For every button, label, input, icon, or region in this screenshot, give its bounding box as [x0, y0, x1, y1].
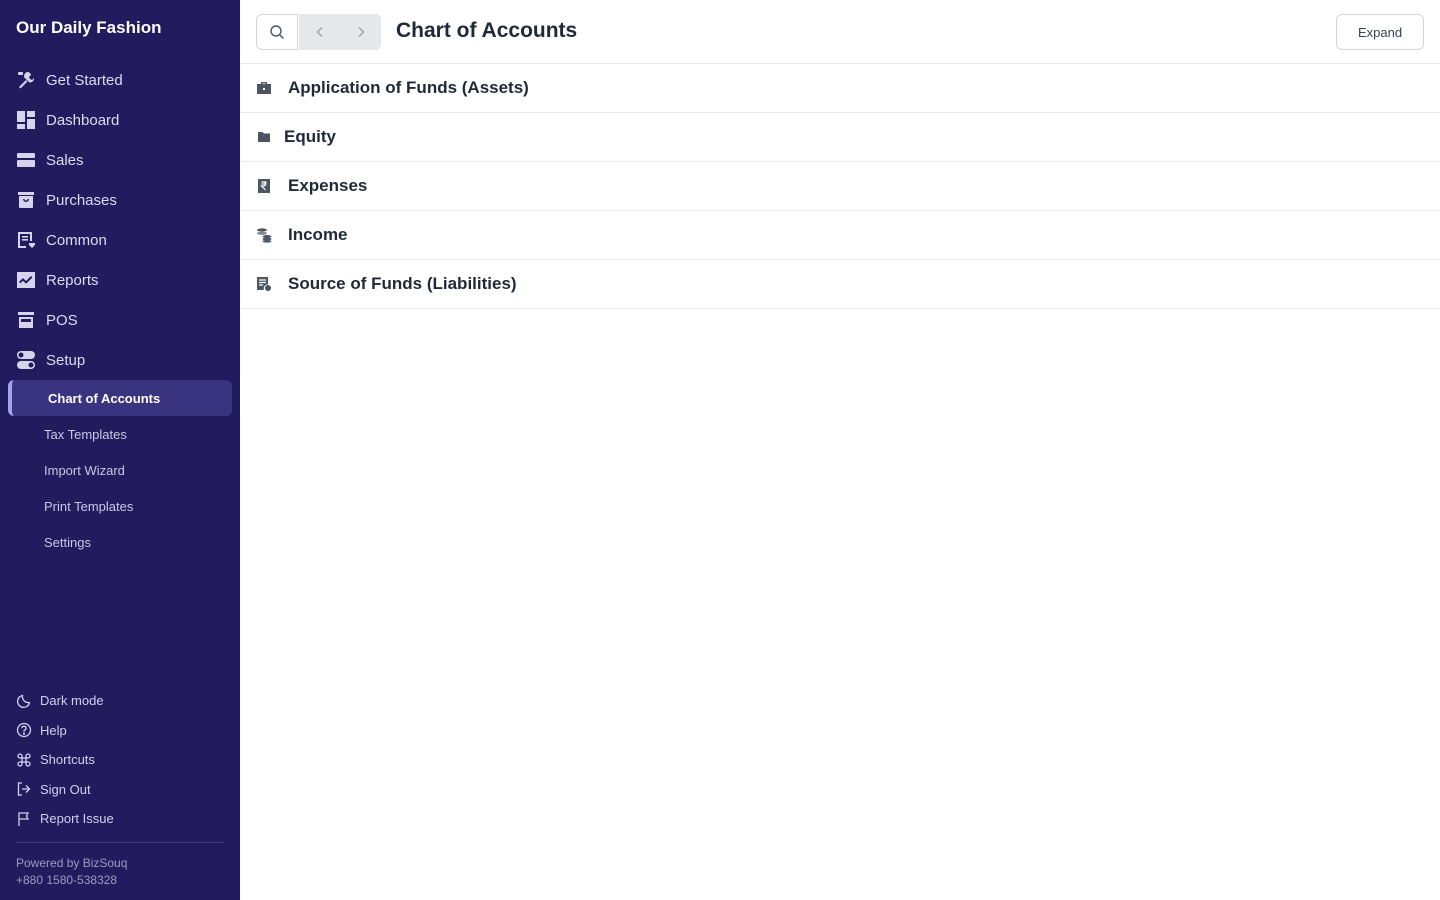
sidebar-item-get-started[interactable]: Get Started — [0, 60, 240, 100]
sidebar-divider — [16, 842, 224, 843]
sign-out-button[interactable]: Sign Out — [0, 775, 240, 805]
main-content: Chart of Accounts Expand Application of … — [240, 0, 1440, 900]
reports-icon — [16, 270, 36, 290]
dashboard-icon — [16, 110, 36, 130]
sales-icon — [16, 150, 36, 170]
report-issue-label: Report Issue — [40, 811, 114, 827]
search-icon — [270, 25, 284, 39]
brand-name: Our Daily Fashion — [16, 18, 162, 37]
sign-out-label: Sign Out — [40, 781, 91, 797]
sidebar-item-purchases[interactable]: Purchases — [0, 180, 240, 220]
sidebar-item-setup[interactable]: Setup — [0, 340, 240, 380]
sidebar-subitem-import-wizard[interactable]: Import Wizard — [0, 452, 240, 488]
chevron-right-icon — [358, 27, 364, 37]
accounts-tree: Application of Funds (Assets) Equity Exp… — [240, 64, 1440, 309]
briefcase-icon — [256, 80, 272, 96]
sidebar-nav: Get Started Dashboard Sales Purchases Co… — [0, 60, 240, 560]
account-row-income[interactable]: Income — [240, 211, 1440, 260]
search-button[interactable] — [256, 14, 298, 50]
moon-icon — [16, 693, 32, 709]
coins-icon — [256, 227, 272, 243]
sidebar-item-reports[interactable]: Reports — [0, 260, 240, 300]
sidebar-item-label: Get Started — [46, 71, 123, 89]
account-row-liabilities[interactable]: Source of Funds (Liabilities) — [240, 260, 1440, 309]
common-icon — [16, 230, 36, 250]
sidebar-subitem-settings[interactable]: Settings — [0, 524, 240, 560]
sidebar-item-label: Dashboard — [46, 111, 120, 129]
account-label: Source of Funds (Liabilities) — [288, 274, 517, 293]
page-header: Chart of Accounts Expand — [240, 0, 1440, 64]
sidebar-item-label: Purchases — [46, 191, 117, 209]
account-label: Equity — [284, 127, 336, 146]
sign-out-icon — [16, 781, 32, 797]
page-title: Chart of Accounts — [396, 19, 578, 42]
sidebar-subitem-chart-of-accounts[interactable]: Chart of Accounts — [8, 380, 232, 416]
back-button[interactable] — [299, 14, 340, 50]
dark-mode-button[interactable]: Dark mode — [0, 686, 240, 716]
sidebar-item-common[interactable]: Common — [0, 220, 240, 260]
sidebar-item-dashboard[interactable]: Dashboard — [0, 100, 240, 140]
sidebar-item-sales[interactable]: Sales — [0, 140, 240, 180]
sidebar-subitem-tax-templates[interactable]: Tax Templates — [0, 416, 240, 452]
setup-icon — [16, 350, 36, 370]
account-label: Income — [288, 225, 348, 244]
chevron-left-icon — [316, 27, 322, 37]
expand-button[interactable]: Expand — [1336, 14, 1424, 50]
forward-button[interactable] — [340, 14, 381, 50]
sidebar-item-label: POS — [46, 311, 78, 329]
rupee-receipt-icon — [256, 178, 272, 194]
sidebar-item-label: Sales — [46, 151, 84, 169]
invoice-icon — [256, 276, 272, 292]
account-label: Application of Funds (Assets) — [288, 78, 529, 97]
report-issue-button[interactable]: Report Issue — [0, 804, 240, 834]
account-row-equity[interactable]: Equity — [240, 113, 1440, 162]
help-icon — [16, 722, 32, 738]
dark-mode-label: Dark mode — [40, 693, 104, 709]
tools-icon — [16, 70, 36, 90]
pos-icon — [16, 310, 36, 330]
account-label: Expenses — [288, 176, 368, 195]
sidebar-item-pos[interactable]: POS — [0, 300, 240, 340]
shortcuts-label: Shortcuts — [40, 752, 95, 768]
sidebar-item-label: Reports — [46, 271, 99, 289]
sidebar-item-label: Common — [46, 231, 107, 249]
sidebar: Our Daily Fashion Get Started Dashboard … — [0, 0, 240, 900]
shortcuts-button[interactable]: Shortcuts — [0, 745, 240, 775]
help-label: Help — [40, 722, 67, 738]
sidebar-subitem-print-templates[interactable]: Print Templates — [0, 488, 240, 524]
support-phone: +880 1580-538328 — [16, 873, 118, 887]
powered-by-text: Powered by BizSouq — [16, 856, 128, 870]
purchases-icon — [16, 190, 36, 210]
setup-submenu: Chart of Accounts Tax Templates Import W… — [0, 380, 240, 560]
sidebar-item-label: Setup — [46, 351, 86, 369]
sidebar-footer-menu: Dark mode Help Shortcuts Sign Out Report… — [0, 686, 240, 834]
folder-icon — [256, 129, 272, 145]
account-row-expenses[interactable]: Expenses — [240, 162, 1440, 211]
powered-by: Powered by BizSouq +880 1580-538328 — [16, 855, 127, 889]
account-row-assets[interactable]: Application of Funds (Assets) — [240, 64, 1440, 113]
flag-icon — [16, 811, 32, 827]
help-button[interactable]: Help — [0, 716, 240, 746]
command-icon — [16, 752, 32, 768]
